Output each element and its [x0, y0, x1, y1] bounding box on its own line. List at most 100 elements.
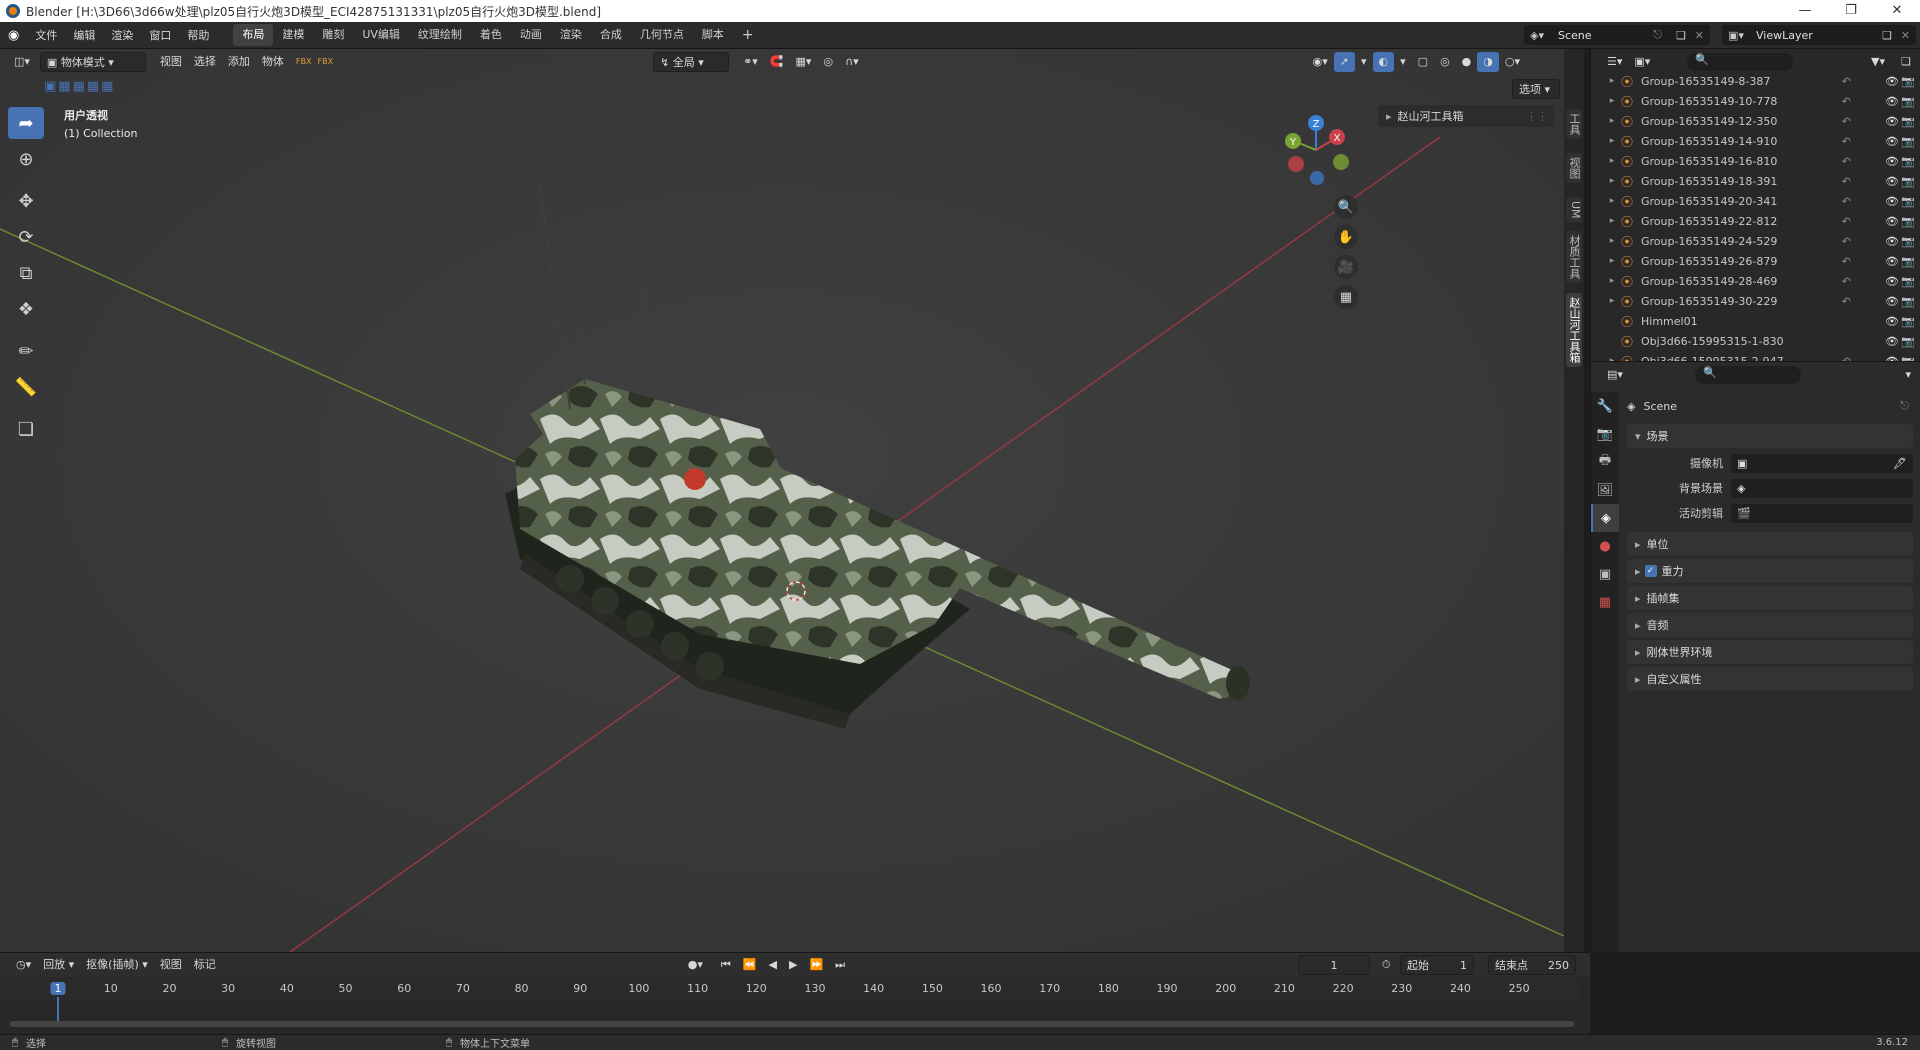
view-layer-selector[interactable]: ▣▾ ViewLayer ❏ ✕ — [1722, 25, 1916, 45]
filter-icon[interactable]: ▼▾ — [1865, 52, 1891, 72]
expand-arrow-icon[interactable]: ▸ — [1603, 96, 1621, 106]
render-camera-icon[interactable]: 📷 — [1901, 115, 1915, 128]
next-keyframe-icon[interactable]: ⏩ — [803, 955, 829, 975]
modifier-icon[interactable]: ↶ — [1842, 115, 1851, 128]
outliner-row[interactable]: ⦿ Obj3d66-15995315-1-830 👁 📷 — [1591, 331, 1920, 351]
expand-arrow-icon[interactable]: ▸ — [1603, 256, 1621, 266]
visibility-eye-icon[interactable]: 👁 — [1885, 215, 1899, 228]
start-frame-field[interactable]: 起始 1 — [1400, 955, 1474, 975]
outliner-row[interactable]: ▸ ⦿ Group-16535149-18-391 ↶ 👁 📷 — [1591, 171, 1920, 191]
modifier-icon[interactable]: ↶ — [1842, 295, 1851, 308]
proportional-edit-icon[interactable]: ◎ — [817, 52, 839, 72]
visibility-eye-icon[interactable]: 👁 — [1885, 95, 1899, 108]
menu-marker[interactable]: 标记 — [188, 955, 222, 975]
outliner-search-field[interactable]: 🔍 — [1687, 53, 1793, 71]
blender-menu-icon[interactable]: ◉ — [0, 22, 27, 49]
outliner-row[interactable]: ▸ ⦿ Group-16535149-14-910 ↶ 👁 📷 — [1591, 131, 1920, 151]
prev-keyframe-icon[interactable]: ⏪ — [737, 955, 763, 975]
new-view-layer-icon[interactable]: ❏ — [1882, 29, 1892, 42]
properties-search-field[interactable]: 🔍 — [1695, 366, 1801, 384]
side-tab-view[interactable]: 视图 — [1566, 153, 1582, 183]
mode-dropdown[interactable]: ▣ 物体模式 ▾ — [39, 52, 146, 72]
workspace-tab-rendering[interactable]: 渲染 — [551, 24, 591, 46]
fbx-export-icon[interactable]: FBX — [312, 52, 340, 72]
editor-type-icon[interactable]: ◫▾ — [8, 52, 36, 72]
visibility-eye-icon[interactable]: 👁 — [1885, 275, 1899, 288]
timeline-scrollbar[interactable] — [10, 1021, 1574, 1027]
expand-arrow-icon[interactable]: ▸ — [1603, 156, 1621, 166]
add-cube-tool-icon[interactable]: ❏ — [8, 413, 44, 445]
output-props-tab-icon[interactable]: 🖶 — [1591, 448, 1619, 476]
outliner-row[interactable]: ▸ ⦿ Group-16535149-10-778 ↶ 👁 📷 — [1591, 91, 1920, 111]
workspace-tab-modeling[interactable]: 建模 — [273, 24, 313, 46]
modifier-icon[interactable]: ↶ — [1842, 255, 1851, 268]
menu-timeline-view[interactable]: 视图 — [154, 955, 188, 975]
modifier-icon[interactable]: ↶ — [1842, 175, 1851, 188]
menu-render[interactable]: 渲染 — [103, 22, 141, 49]
visibility-eye-icon[interactable]: 👁 — [1885, 135, 1899, 148]
tool-props-tab-icon[interactable]: 🔧 — [1591, 392, 1619, 420]
wireframe-shading-icon[interactable]: ◎ — [1434, 52, 1456, 72]
expand-arrow-icon[interactable]: ▸ — [1603, 216, 1621, 226]
rendered-shading-icon[interactable]: ○▾ — [1499, 52, 1526, 72]
modifier-icon[interactable]: ↶ — [1842, 275, 1851, 288]
visibility-eye-icon[interactable]: 👁 — [1885, 255, 1899, 268]
menu-help[interactable]: 帮助 — [179, 22, 217, 49]
workspace-tab-layout[interactable]: 布局 — [233, 24, 274, 46]
scale-tool-icon[interactable]: ⧉ — [8, 257, 44, 289]
modifier-icon[interactable]: ↶ — [1842, 215, 1851, 228]
visibility-eye-icon[interactable]: 👁 — [1885, 75, 1899, 88]
active-clip-field[interactable]: 🎬 — [1731, 503, 1913, 523]
visibility-eye-icon[interactable]: 👁 — [1885, 195, 1899, 208]
overlay-toggle-icon[interactable]: ◐ — [1372, 52, 1395, 72]
falloff-icon[interactable]: ∩▾ — [839, 52, 865, 72]
render-camera-icon[interactable]: 📷 — [1901, 295, 1915, 308]
section-keying-sets[interactable]: ▸ 插帧集 — [1627, 586, 1913, 610]
modifier-icon[interactable]: ↶ — [1842, 195, 1851, 208]
pin-properties-icon[interactable]: ⎋ — [1900, 399, 1909, 413]
properties-editor-type-icon[interactable]: ▤▾ — [1601, 365, 1629, 385]
expand-arrow-icon[interactable]: ▸ — [1603, 116, 1621, 126]
measure-tool-icon[interactable]: 📏 — [8, 371, 44, 403]
expand-arrow-icon[interactable]: ▸ — [1603, 76, 1621, 86]
render-camera-icon[interactable]: 📷 — [1901, 75, 1915, 88]
visibility-eye-icon[interactable]: 👁 — [1885, 315, 1899, 328]
render-camera-icon[interactable]: 📷 — [1901, 95, 1915, 108]
new-collection-icon[interactable]: ❏ — [1895, 52, 1917, 72]
jump-end-icon[interactable]: ⏭ — [829, 955, 851, 975]
section-audio[interactable]: ▸ 音频 — [1627, 613, 1913, 637]
section-scene[interactable]: ▾ 场景 — [1627, 424, 1913, 448]
auto-keying-icon[interactable]: ●▾ — [682, 955, 709, 975]
modifier-icon[interactable]: ↶ — [1842, 75, 1851, 88]
workspace-tab-scripting[interactable]: 脚本 — [693, 24, 733, 46]
render-camera-icon[interactable]: 📷 — [1901, 275, 1915, 288]
outliner-row[interactable]: ▸ ⦿ Group-16535149-28-469 ↶ 👁 📷 — [1591, 271, 1920, 291]
gravity-checkbox[interactable]: ✓ — [1644, 565, 1657, 577]
snap-target-icon[interactable]: ▦▾ — [790, 52, 818, 72]
workspace-tab-texture-paint[interactable]: 纹理绘制 — [409, 24, 471, 46]
render-camera-icon[interactable]: 📷 — [1901, 195, 1915, 208]
close-window-button[interactable]: ✕ — [1874, 0, 1920, 22]
menu-view[interactable]: 视图 — [154, 52, 188, 72]
move-tool-icon[interactable]: ✥ — [8, 185, 44, 217]
annotate-tool-icon[interactable]: ✏ — [8, 335, 44, 367]
material-shading-icon[interactable]: ◑ — [1477, 52, 1499, 72]
render-camera-icon[interactable]: 📷 — [1901, 335, 1915, 348]
zoom-icon[interactable]: 🔍 — [1334, 195, 1358, 219]
expand-arrow-icon[interactable]: ▸ — [1603, 196, 1621, 206]
side-tab-zsh-toolbox[interactable]: 赵山河工具箱 — [1566, 293, 1582, 367]
section-gravity[interactable]: ▸ ✓ 重力 — [1627, 559, 1913, 583]
outliner-row[interactable]: ▸ ⦿ Group-16535149-16-810 ↶ 👁 📷 — [1591, 151, 1920, 171]
outliner-row[interactable]: ⦿ Himmel01 👁 📷 — [1591, 311, 1920, 331]
scene-props-tab-icon[interactable]: ◈ — [1591, 504, 1619, 532]
visibility-eye-icon[interactable]: 👁 — [1885, 155, 1899, 168]
visibility-eye-icon[interactable]: 👁 — [1885, 115, 1899, 128]
texture-props-tab-icon[interactable]: ▦ — [1591, 588, 1619, 616]
delete-view-layer-icon[interactable]: ✕ — [1901, 29, 1910, 42]
camera-view-icon[interactable]: 🎥 — [1334, 255, 1358, 279]
render-camera-icon[interactable]: 📷 — [1901, 135, 1915, 148]
render-camera-icon[interactable]: 📷 — [1901, 215, 1915, 228]
rotate-tool-icon[interactable]: ⟳ — [8, 221, 44, 253]
collection-props-tab-icon[interactable]: ▣ — [1591, 560, 1619, 588]
options-dropdown[interactable]: 选项 ▾ — [1512, 79, 1560, 99]
